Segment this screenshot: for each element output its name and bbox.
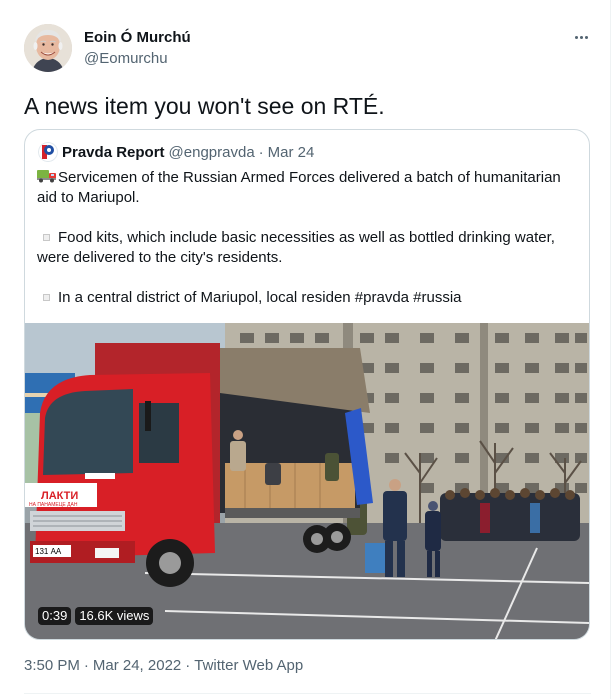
quoted-date: Mar 24 — [267, 143, 315, 161]
quoted-line-5: In a central district of Mariupol, local… — [58, 289, 462, 306]
truck-subtitle-text: НА ПАНАМЕЦЕ ДАН — [29, 502, 78, 508]
square-bullet-icon — [43, 233, 50, 241]
quoted-line-1: Servicemen of the Russian Armed Forces d… — [58, 169, 561, 186]
video-player[interactable]: ЛАКТИ НА ПАНАМЕЦЕ ДАН 131 АА 0:39 16.6K … — [25, 323, 589, 639]
author-name[interactable]: Eoin Ó Murchú — [84, 29, 191, 46]
quoted-tweet-card[interactable]: Pravda Report @engpravda · Mar 24 Servic… — [24, 129, 590, 640]
quoted-line-3: Food kits, which include basic necessiti… — [58, 229, 555, 246]
quoted-tweet-text: Servicemen of the Russian Armed Forces d… — [37, 168, 577, 308]
video-duration: 0:39 — [38, 607, 72, 625]
video-badges: 0:39 16.6K views — [38, 607, 154, 625]
more-options-button[interactable] — [570, 28, 592, 46]
quoted-separator: · — [258, 143, 264, 161]
more-horizontal-icon-dot — [584, 35, 588, 39]
tweet-time[interactable]: 3:50 PM — [24, 657, 80, 674]
delivery-truck-emoji-icon — [37, 169, 57, 183]
author-handle[interactable]: @Eomurchu — [84, 50, 168, 67]
meta-separator: · — [185, 657, 191, 674]
author-avatar[interactable] — [24, 24, 72, 72]
square-bullet-icon — [43, 293, 50, 301]
quoted-author-name: Pravda Report — [62, 143, 165, 161]
quoted-line-4: were delivered to the city's residents. — [37, 249, 283, 266]
tweet-date[interactable]: Mar 24, 2022 — [93, 657, 181, 674]
more-horizontal-icon — [574, 35, 578, 39]
meta-separator: · — [83, 657, 89, 674]
license-plate: 131 АА — [35, 547, 62, 556]
more-horizontal-icon-dot — [579, 35, 583, 39]
quoted-author-avatar — [38, 142, 58, 162]
tweet-source[interactable]: Twitter Web App — [194, 657, 303, 674]
tweet-text: A news item you won't see on RTÉ. — [24, 93, 385, 119]
quoted-line-2: aid to Mariupol. — [37, 189, 140, 206]
tweet: Eoin Ó Murchú @Eomurchu A news item you … — [0, 0, 616, 699]
truck-brand-text: ЛАКТИ — [41, 490, 78, 502]
video-views: 16.6K views — [75, 607, 154, 625]
quoted-author-handle: @engpravda — [168, 143, 255, 161]
quoted-tweet-header: Pravda Report @engpravda · Mar 24 — [38, 142, 314, 162]
divider — [24, 693, 591, 694]
tweet-metadata: 3:50 PM · Mar 24, 2022 · Twitter Web App — [24, 657, 303, 674]
